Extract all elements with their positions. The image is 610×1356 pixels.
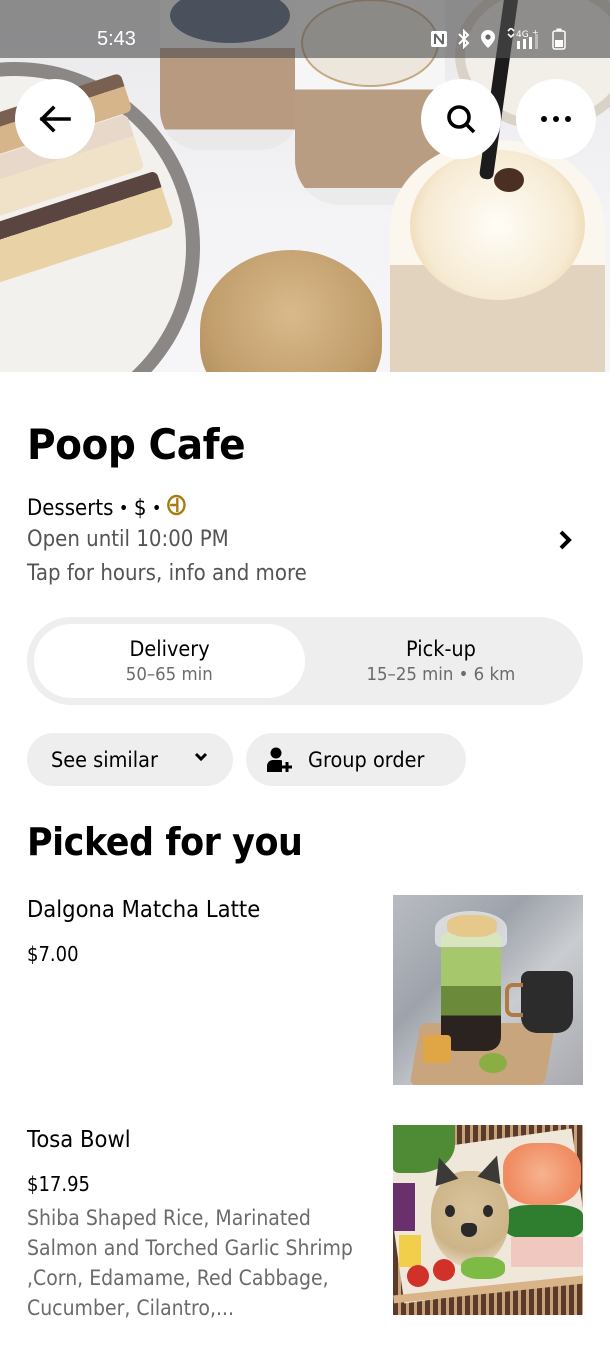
menu-item-image — [393, 895, 583, 1085]
nfc-icon — [430, 30, 448, 48]
image-mug-handle — [505, 983, 523, 1017]
menu-item-description: Shiba Shaped Rice, Marinated Salmon and … — [27, 1206, 353, 1320]
image-eye — [483, 1205, 493, 1217]
chevron-down-icon — [194, 752, 208, 762]
store-name: Poop Cafe — [27, 420, 246, 469]
menu-item[interactable]: Tosa Bowl $17.95 Shiba Shaped Rice, Mari… — [0, 1123, 610, 1323]
image-shrimp — [503, 1143, 581, 1205]
menu-item-image — [393, 1125, 583, 1315]
more-horizontal-icon — [541, 116, 571, 122]
image-glass — [441, 933, 501, 1051]
image-cabbage — [393, 1183, 415, 1231]
search-button[interactable] — [421, 79, 501, 159]
image-edamame — [461, 1257, 505, 1279]
fulfillment-toggle: Delivery 50–65 min Pick-up 15–25 min • 6… — [27, 617, 583, 705]
hero-pearl — [494, 168, 524, 192]
battery-icon — [552, 28, 566, 50]
image-nose — [461, 1223, 477, 1237]
status-time: 5:43 — [97, 28, 136, 50]
pickup-option[interactable]: Pick-up 15–25 min • 6 km — [307, 624, 575, 698]
delivery-label: Delivery — [129, 637, 210, 661]
image-corn — [399, 1235, 421, 1267]
store-hours[interactable]: Open until 10:00 PM — [27, 527, 229, 552]
see-similar-label: See similar — [51, 747, 158, 772]
svg-text:4G: 4G — [516, 30, 529, 40]
chevron-right-icon — [559, 530, 572, 550]
arrow-left-icon — [39, 105, 71, 133]
section-title: Picked for you — [27, 820, 303, 864]
dashpass-icon — [167, 494, 187, 522]
separator-dot: • — [118, 497, 129, 519]
store-info-hint[interactable]: Tap for hours, info and more — [27, 561, 307, 586]
search-icon — [447, 105, 476, 134]
location-icon — [480, 29, 496, 49]
more-options-button[interactable] — [516, 79, 596, 159]
delivery-time: 50–65 min — [126, 664, 213, 685]
pickup-time-distance: 15–25 min • 6 km — [366, 664, 516, 685]
image-tomato — [407, 1265, 429, 1287]
delivery-option[interactable]: Delivery 50–65 min — [34, 624, 305, 698]
add-person-icon — [267, 747, 292, 772]
image-mug — [521, 971, 573, 1033]
image-matcha-powder — [479, 1053, 507, 1073]
menu-item-name: Tosa Bowl — [27, 1127, 131, 1153]
image-eye — [445, 1205, 455, 1217]
signal-4g-icon: 4G + — [505, 28, 543, 50]
store-meta[interactable]: Desserts • $ • — [27, 494, 187, 522]
image-toppings — [447, 915, 497, 937]
menu-item[interactable]: Dalgona Matcha Latte $7.00 — [0, 893, 610, 1086]
group-order-label: Group order — [308, 747, 425, 772]
image-tomato — [433, 1259, 455, 1281]
separator-dot: • — [151, 497, 162, 519]
image-shiba-rice — [431, 1171, 509, 1267]
status-icons: 4G + — [430, 28, 566, 50]
group-order-button[interactable]: Group order — [246, 733, 466, 786]
image-honeycomb — [423, 1035, 451, 1063]
back-button[interactable] — [15, 79, 95, 159]
store-category: Desserts — [27, 495, 114, 521]
image-crab — [511, 1237, 583, 1267]
menu-item-price: $7.00 — [27, 942, 79, 966]
menu-item-name: Dalgona Matcha Latte — [27, 897, 261, 923]
status-bar: 5:43 4G + — [0, 0, 610, 58]
store-info-button[interactable] — [553, 526, 577, 554]
image-seaweed — [505, 1205, 583, 1239]
menu-item-price: $17.95 — [27, 1172, 90, 1196]
store-price-level: $ — [133, 495, 147, 521]
pickup-label: Pick-up — [406, 637, 476, 661]
bluetooth-icon — [457, 29, 471, 49]
see-similar-button[interactable]: See similar — [27, 733, 233, 786]
